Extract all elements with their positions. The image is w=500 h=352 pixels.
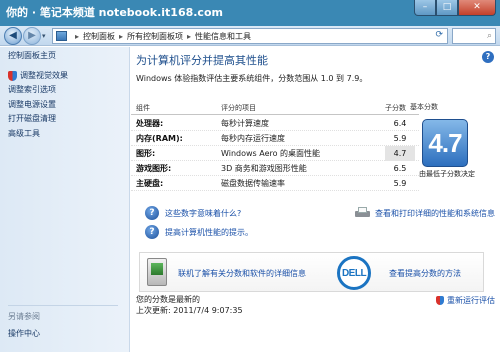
score-table: 处理器: 每秒计算速度 6.4 内存(RAM): 每秒内存运行速度 5.9 图形… [131, 116, 419, 191]
breadcrumb-separator-icon[interactable]: ▸ [119, 32, 123, 41]
rated-item: 3D 商务和游戏图形性能 [221, 164, 307, 173]
breadcrumb-separator-icon[interactable]: ▸ [75, 32, 79, 41]
improve-link-row: ? 提高计算机性能的提示。 [145, 225, 253, 239]
breadcrumb[interactable]: ▸ 控制面板 ▸ 所有控制面板项 ▸ 性能信息和工具 ⟳ [52, 28, 448, 44]
back-button[interactable]: ◀ [4, 27, 22, 45]
recent-pages-dropdown-icon[interactable]: ▾ [42, 32, 46, 40]
sidebar: 控制面板主页 调整视觉效果 调整索引选项 调整电源设置 打开磁盘清理 高级工具 … [0, 47, 130, 352]
dell-logo: DELL [337, 256, 371, 290]
table-row: 内存(RAM): 每秒内存运行速度 5.9 [131, 131, 419, 146]
meaning-link-row: ? 这些数字意味着什么? [145, 206, 241, 220]
meaning-link[interactable]: 这些数字意味着什么? [165, 208, 241, 219]
promo-banner: 联机了解有关分数和软件的详细信息 DELL 查看提高分数的方法 [139, 252, 484, 292]
table-row: 处理器: 每秒计算速度 6.4 [131, 116, 419, 131]
online-scores-link[interactable]: 联机了解有关分数和软件的详细信息 [178, 268, 306, 279]
page-subtitle: Windows 体验指数评估主要系统组件，分数范围从 1.0 到 7.9。 [136, 74, 368, 83]
help-question-icon: ? [145, 225, 159, 239]
page-title: 为计算机评分并提高其性能 [136, 54, 268, 67]
subscore: 6.4 [393, 119, 407, 128]
rated-item: 每秒计算速度 [221, 119, 269, 128]
breadcrumb-all-items[interactable]: 所有控制面板项 [127, 31, 183, 42]
sidebar-divider [8, 305, 118, 306]
status-last-updated: 上次更新: 2011/7/4 9:07:35 [136, 306, 243, 315]
subscore: 5.9 [393, 134, 407, 143]
print-link-row: 查看和打印详细的性能和系统信息 [355, 207, 495, 219]
base-score-badge: 4.7 [422, 119, 468, 167]
sidebar-item-indexing[interactable]: 调整索引选项 [8, 84, 56, 95]
sidebar-item-visual-effects[interactable]: 调整视觉效果 [8, 70, 68, 81]
rerun-label: 重新运行评估 [447, 296, 495, 305]
score-table-header: 组件 评分的项目 子分数 [131, 101, 419, 113]
header-subscore: 子分数 [385, 104, 406, 112]
subscore: 6.5 [393, 164, 407, 173]
component-name: 图形: [136, 149, 156, 158]
control-panel-icon [56, 31, 67, 41]
dell-logo-text: DELL [341, 267, 367, 279]
table-divider [131, 114, 419, 115]
refresh-icon[interactable]: ⟳ [435, 30, 443, 40]
rerun-assessment-link[interactable]: 重新运行评估 [436, 295, 495, 306]
component-name: 内存(RAM): [136, 134, 183, 143]
component-name: 主硬盘: [136, 179, 164, 188]
shield-icon [8, 70, 17, 81]
header-rated-item: 评分的项目 [221, 104, 256, 112]
search-input[interactable]: ⌕ [452, 28, 496, 44]
base-score-value: 4.7 [428, 127, 462, 158]
sidebar-item-power[interactable]: 调整电源设置 [8, 99, 56, 110]
window-controls: – □ ✕ [414, 0, 496, 16]
print-details-link[interactable]: 查看和打印详细的性能和系统信息 [375, 208, 495, 219]
see-also-heading: 另请参阅 [8, 312, 40, 321]
subscore: 4.7 [385, 146, 415, 161]
improve-tips-link[interactable]: 提高计算机性能的提示。 [165, 227, 253, 238]
table-row: 图形: Windows Aero 的桌面性能 4.7 [131, 146, 419, 161]
help-question-icon: ? [145, 206, 159, 220]
sidebar-item-label: 调整视觉效果 [20, 71, 68, 80]
printer-icon [355, 207, 370, 219]
shield-icon [436, 296, 444, 305]
breadcrumb-separator-icon[interactable]: ▸ [187, 32, 191, 41]
status-latest: 您的分数是最新的 [136, 295, 200, 304]
search-icon: ⌕ [486, 31, 492, 41]
header-base-score: 基本分数 [410, 103, 438, 111]
forward-button[interactable]: ▶ [23, 27, 41, 45]
sidebar-item-action-center[interactable]: 操作中心 [8, 328, 40, 339]
sidebar-item-disk-cleanup[interactable]: 打开磁盘清理 [8, 113, 56, 124]
close-button[interactable]: ✕ [458, 0, 496, 16]
table-row: 主硬盘: 磁盘数据传输速率 5.9 [131, 176, 419, 191]
breadcrumb-control-panel[interactable]: 控制面板 [83, 31, 115, 42]
main-content: ? 为计算机评分并提高其性能 Windows 体验指数评估主要系统组件，分数范围… [131, 47, 500, 352]
rated-item: Windows Aero 的桌面性能 [221, 149, 321, 158]
component-name: 游戏图形: [136, 164, 172, 173]
sidebar-item-home[interactable]: 控制面板主页 [8, 50, 56, 61]
sidebar-item-advanced-tools[interactable]: 高级工具 [8, 128, 40, 139]
maximize-button[interactable]: □ [436, 0, 458, 16]
address-bar: ◀ ▶ ▾ ▸ 控制面板 ▸ 所有控制面板项 ▸ 性能信息和工具 ⟳ ⌕ [0, 26, 500, 46]
subscore: 5.9 [393, 179, 407, 188]
table-row: 游戏图形: 3D 商务和游戏图形性能 6.5 [131, 161, 419, 176]
minimize-button[interactable]: – [414, 0, 436, 16]
rated-item: 磁盘数据传输速率 [221, 179, 285, 188]
component-name: 处理器: [136, 119, 164, 128]
base-score-note: 由最低子分数决定 [419, 170, 475, 178]
software-box-icon [147, 258, 167, 286]
help-button[interactable]: ? [482, 51, 494, 63]
breadcrumb-performance[interactable]: 性能信息和工具 [195, 31, 251, 42]
rated-item: 每秒内存运行速度 [221, 134, 285, 143]
improve-score-link[interactable]: 查看提高分数的方法 [389, 268, 461, 279]
header-component: 组件 [136, 104, 150, 112]
